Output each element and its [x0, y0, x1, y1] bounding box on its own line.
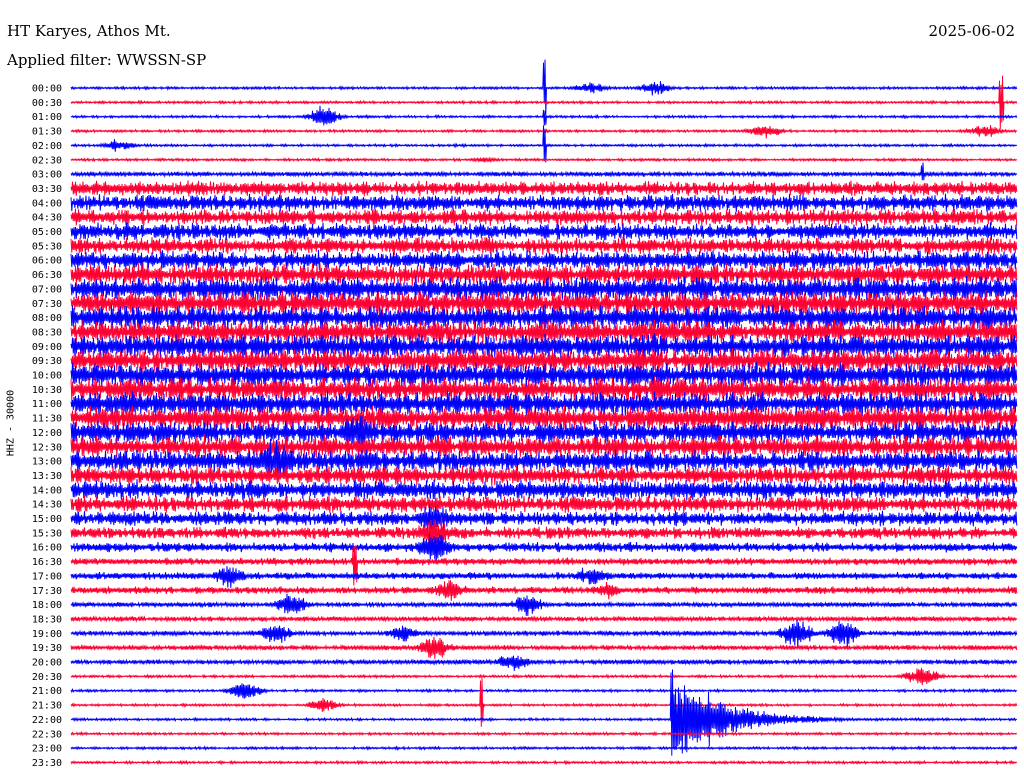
- y-tick-label: 21:00: [32, 686, 62, 697]
- y-tick-label: 05:00: [32, 227, 62, 238]
- trace-17:30: [70, 580, 1018, 601]
- trace-00:00: [70, 59, 1018, 115]
- y-tick-label: 11:30: [32, 414, 62, 425]
- trace-01:00: [70, 105, 1018, 126]
- trace-18:30: [70, 615, 1018, 623]
- trace-03:00: [70, 162, 1018, 181]
- y-tick-label: 12:00: [32, 428, 62, 439]
- y-tick-label: 05:30: [32, 241, 62, 252]
- y-tick-label: 16:00: [32, 543, 62, 554]
- y-tick-label: 06:30: [32, 270, 62, 281]
- y-tick-label: 03:00: [32, 170, 62, 181]
- y-tick-label: 00:30: [32, 98, 62, 109]
- y-tick-label: 14:00: [32, 485, 62, 496]
- y-tick-label: 01:30: [32, 127, 62, 138]
- trace-05:00: [70, 222, 1018, 241]
- trace-20:30: [70, 667, 1018, 686]
- y-tick-label: 18:30: [32, 614, 62, 625]
- trace-16:30: [70, 545, 1018, 586]
- trace-18:00: [70, 593, 1018, 616]
- trace-21:00: [70, 683, 1018, 699]
- y-tick-label: 12:30: [32, 442, 62, 453]
- y-tick-label: 23:30: [32, 758, 62, 769]
- y-tick-label: 19:00: [32, 629, 62, 640]
- trace-22:30: [70, 730, 1018, 737]
- helicorder-plot: 00:00 00:30 01:00 01:30 02:00 02:30 03:00 03:30…: [32, 59, 1018, 769]
- y-tick-label: 09:30: [32, 356, 62, 367]
- trace-17:00: [70, 566, 1018, 588]
- y-tick-label: 17:00: [32, 571, 62, 582]
- y-tick-label: 03:30: [32, 184, 62, 195]
- y-tick-label: 09:00: [32, 342, 62, 353]
- y-tick-label: 11:00: [32, 399, 62, 410]
- y-tick-label: 18:00: [32, 600, 62, 611]
- y-tick-label: 13:30: [32, 471, 62, 482]
- y-tick-label: 10:30: [32, 385, 62, 396]
- trace-14:30: [70, 495, 1018, 514]
- y-tick-label: 04:00: [32, 198, 62, 209]
- y-tick-label: 02:30: [32, 155, 62, 166]
- y-tick-label: 01:00: [32, 112, 62, 123]
- y-tick-label: 16:30: [32, 557, 62, 568]
- y-tick-label: 10:00: [32, 371, 62, 382]
- y-tick-label: 07:30: [32, 299, 62, 310]
- y-tick-label: 17:30: [32, 586, 62, 597]
- y-tick-label: 19:30: [32, 643, 62, 654]
- y-tick-label: 04:30: [32, 213, 62, 224]
- y-tick-label: 08:30: [32, 327, 62, 338]
- trace-05:30: [70, 236, 1018, 256]
- y-tick-label: 06:00: [32, 256, 62, 267]
- tick-label-layer: 00:00 00:30 01:00 01:30 02:00 02:30 03:00 03:30…: [32, 84, 62, 769]
- y-tick-label: 14:30: [32, 500, 62, 511]
- trace-layer: [70, 59, 1018, 766]
- trace-19:00: [70, 620, 1018, 648]
- y-tick-label: 20:30: [32, 672, 62, 683]
- trace-20:00: [70, 655, 1018, 671]
- trace-23:30: [70, 759, 1018, 766]
- y-tick-label: 15:00: [32, 514, 62, 525]
- trace-23:00: [70, 745, 1018, 752]
- trace-16:00: [70, 533, 1018, 561]
- y-tick-label: 23:00: [32, 744, 62, 755]
- y-tick-label: 00:00: [32, 84, 62, 95]
- trace-04:30: [70, 208, 1018, 227]
- y-tick-label: 13:00: [32, 457, 62, 468]
- trace-08:00: [70, 304, 1018, 332]
- trace-19:30: [70, 636, 1018, 659]
- trace-04:00: [70, 193, 1018, 213]
- y-tick-label: 20:00: [32, 658, 62, 669]
- y-tick-label: 15:30: [32, 528, 62, 539]
- y-tick-label: 22:30: [32, 729, 62, 740]
- y-tick-label: 07:00: [32, 284, 62, 295]
- y-tick-label: 08:00: [32, 313, 62, 324]
- y-tick-label: 21:30: [32, 701, 62, 712]
- y-tick-label: 22:00: [32, 715, 62, 726]
- y-tick-label: 02:00: [32, 141, 62, 152]
- trace-22:00: [70, 669, 1018, 756]
- trace-03:30: [70, 180, 1018, 197]
